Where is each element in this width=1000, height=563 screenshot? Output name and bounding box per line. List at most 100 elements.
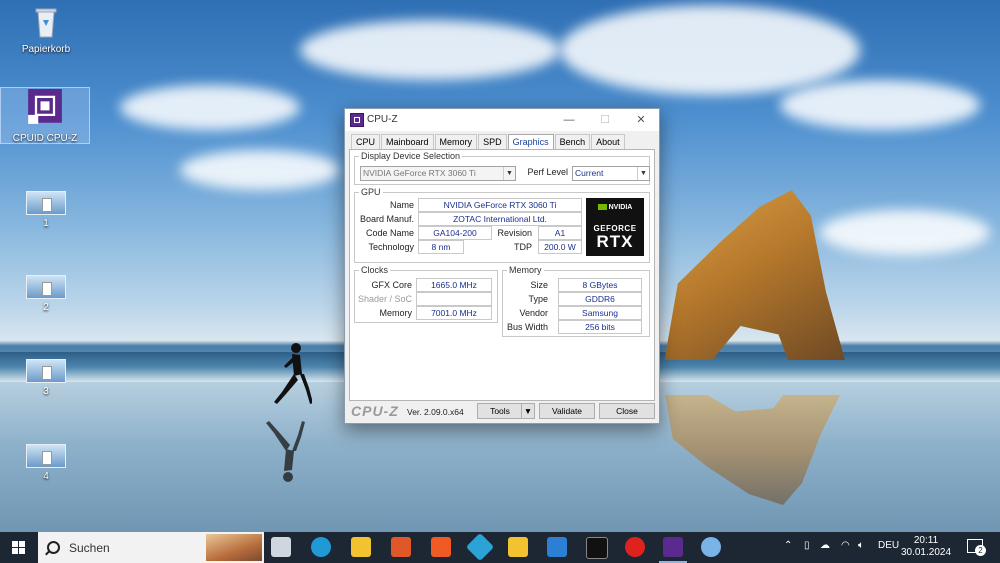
app-yellow-icon[interactable] — [508, 537, 528, 557]
clock-time: 20:11 — [913, 535, 939, 546]
tab-about[interactable]: About — [591, 134, 625, 149]
desktop-icon-label: 2 — [43, 302, 49, 313]
minimize-button[interactable]: — — [551, 109, 587, 131]
desktop-icon-label: 3 — [43, 386, 49, 397]
memory-type-value: GDDR6 — [558, 292, 642, 306]
tdp-value: 200.0 W — [538, 240, 582, 254]
desktop-icon-cpu-z[interactable]: CPUID CPU-Z — [0, 87, 90, 144]
desktop-icon-file-2[interactable]: 2 — [14, 275, 78, 313]
cpu-z-taskbar-icon[interactable] — [659, 537, 687, 563]
group-legend: Display Device Selection — [361, 151, 461, 161]
board-manuf-value: ZOTAC International Ltd. — [418, 212, 582, 226]
opera-icon[interactable] — [625, 537, 645, 557]
language-indicator[interactable]: DEU — [878, 540, 899, 551]
notification-count-badge: 2 — [975, 545, 986, 556]
cloud — [560, 5, 860, 95]
kodi-icon[interactable] — [465, 532, 495, 562]
cloud — [180, 150, 340, 190]
code-name-value: GA104-200 — [418, 226, 492, 240]
image-file-icon — [26, 444, 66, 468]
edge-icon[interactable] — [311, 537, 331, 557]
tab-spd[interactable]: SPD — [478, 134, 507, 149]
desktop-icon-file-3[interactable]: 3 — [14, 359, 78, 397]
paint-icon[interactable] — [701, 537, 721, 557]
tab-mainboard[interactable]: Mainboard — [381, 134, 434, 149]
device-icon[interactable]: ▯ — [804, 540, 810, 551]
revision-value: A1 — [538, 226, 582, 240]
chevron-down-icon: ▼ — [637, 167, 649, 180]
display-device-select[interactable]: NVIDIA GeForce RTX 3060 Ti ▼ — [360, 166, 516, 181]
start-button[interactable] — [0, 532, 38, 563]
perf-level-select[interactable]: Current ▼ — [572, 166, 650, 181]
close-button[interactable]: Close — [599, 403, 655, 419]
gpu-name-value: NVIDIA GeForce RTX 3060 Ti — [418, 198, 582, 212]
memory-vendor-value: Samsung — [558, 306, 642, 320]
show-hidden-icons-icon[interactable]: ⌃ — [784, 540, 792, 551]
window-app-icon[interactable] — [547, 537, 567, 557]
taskbar-search-box[interactable]: Suchen — [38, 532, 264, 563]
code-name-label: Code Name — [365, 228, 414, 238]
tdp-label: TDP — [514, 242, 532, 252]
wifi-icon[interactable]: ◠ — [841, 540, 850, 551]
memory-clock-value: 7001.0 MHz — [416, 306, 492, 320]
validate-button[interactable]: Validate — [539, 403, 595, 419]
tab-bar: CPU Mainboard Memory SPD Graphics Bench … — [351, 134, 626, 149]
tab-cpu[interactable]: CPU — [351, 134, 381, 149]
memory-clock-label: Memory — [379, 308, 412, 318]
window-footer: CPU-Z Ver. 2.09.0.x64 Tools ▼ Validate C… — [345, 401, 659, 421]
close-window-button[interactable]: ✕ — [623, 109, 659, 131]
group-legend: Memory — [509, 265, 542, 275]
tools-button[interactable]: Tools — [477, 403, 523, 419]
group-legend: Clocks — [361, 265, 389, 275]
cloud — [300, 20, 560, 80]
desktop-icon-recycle-bin[interactable]: Papierkorb — [14, 6, 78, 55]
window-title: CPU-Z — [367, 114, 398, 125]
search-highlight-image — [206, 534, 262, 561]
perf-level-label: Perf Level — [527, 167, 568, 177]
clock-date: 30.01.2024 — [900, 547, 952, 558]
version-text: Ver. 2.09.0.x64 — [407, 407, 464, 417]
revision-label: Revision — [497, 228, 532, 238]
speaker-icon[interactable]: 🔈︎ — [858, 540, 864, 551]
chevron-down-icon: ▼ — [523, 406, 533, 416]
shader-soc-value — [416, 292, 492, 306]
nvidia-logo: NVIDIA — [586, 204, 644, 211]
board-manuf-label: Board Manuf. — [359, 214, 414, 224]
memory-vendor-label: Vendor — [519, 308, 548, 318]
nvidia-eye-icon — [597, 204, 607, 211]
cloud — [120, 85, 300, 130]
image-file-icon — [26, 191, 66, 215]
gfx-core-label: GFX Core — [371, 280, 412, 290]
cpu-z-icon — [28, 89, 62, 124]
gpu-name-label: Name — [389, 200, 414, 210]
display-device-value: NVIDIA GeForce RTX 3060 Ti — [363, 168, 476, 178]
desktop-icon-label: Papierkorb — [21, 44, 71, 55]
memory-size-value: 8 GBytes — [558, 278, 642, 292]
black-app-icon[interactable] — [586, 537, 608, 559]
taskbar-clock[interactable]: 20:11 30.01.2024 — [900, 535, 952, 559]
cube-app-icon[interactable] — [391, 537, 411, 557]
maximize-button[interactable]: ☐ — [587, 109, 623, 131]
cpu-z-app-icon — [350, 113, 364, 127]
onedrive-cloud-icon[interactable]: ☁ — [820, 540, 830, 551]
desktop-icon-file-1[interactable]: 1 — [14, 191, 78, 229]
perf-level-value: Current — [575, 168, 604, 178]
chevron-down-icon: ▼ — [503, 167, 515, 180]
tools-dropdown-button[interactable]: ▼ — [521, 403, 535, 419]
tab-bench[interactable]: Bench — [554, 134, 591, 149]
image-file-icon — [26, 359, 66, 383]
tab-memory[interactable]: Memory — [434, 134, 478, 149]
search-placeholder: Suchen — [69, 541, 110, 555]
cloud — [820, 210, 990, 255]
runner-silhouette — [274, 343, 312, 404]
brave-icon[interactable] — [431, 537, 451, 557]
desktop-icon-file-4[interactable]: 4 — [14, 444, 78, 482]
task-view-icon[interactable] — [271, 537, 291, 557]
tab-graphics[interactable]: Graphics — [507, 134, 554, 149]
desktop-icon-label: CPUID CPU-Z — [12, 133, 78, 144]
cpu-z-brand: CPU-Z — [351, 403, 399, 419]
file-explorer-icon[interactable] — [351, 537, 371, 557]
gfx-core-value: 1665.0 MHz — [416, 278, 492, 292]
desktop-icon-label: 1 — [43, 218, 49, 229]
window-titlebar[interactable]: CPU-Z — ☐ ✕ — [345, 109, 659, 131]
